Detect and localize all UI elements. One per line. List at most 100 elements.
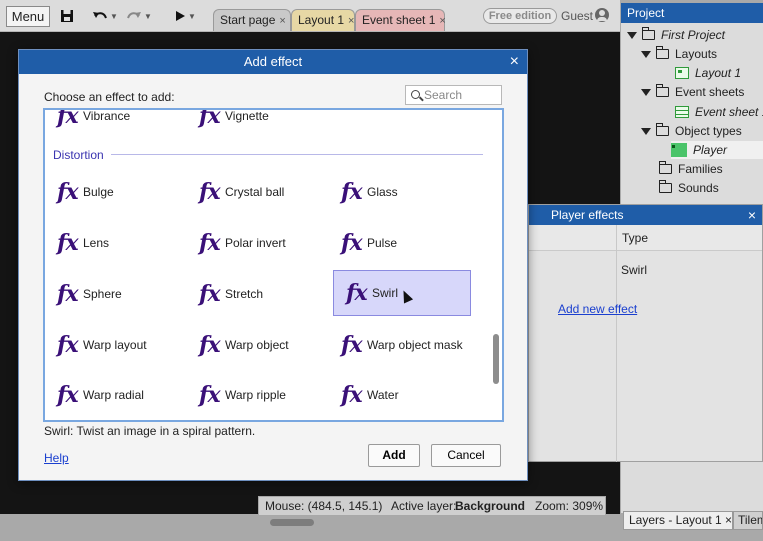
- close-icon[interactable]: ×: [348, 15, 354, 27]
- dialog-title: Add effect: [243, 54, 303, 69]
- effect-item-warp-ripple[interactable]: fx Warp ripple: [187, 372, 327, 418]
- effect-item-glass[interactable]: fx Glass: [329, 169, 469, 215]
- effect-label: Warp radial: [83, 388, 144, 402]
- tab-layers[interactable]: Layers - Layout 1 ×: [623, 511, 733, 530]
- tab-layout-1[interactable]: Layout 1 ×: [291, 9, 355, 31]
- fx-icon: fx: [57, 179, 79, 205]
- status-bar: Mouse: (484.5, 145.1) Active layer: Back…: [258, 496, 606, 516]
- fx-icon: fx: [57, 281, 79, 307]
- effect-item-vignette[interactable]: fx Vignette: [187, 108, 327, 139]
- effect-item-warp-object-mask[interactable]: fx Warp object mask: [329, 322, 489, 368]
- tree-item-layouts[interactable]: Layouts: [641, 45, 717, 63]
- collapse-triangle-icon[interactable]: [641, 88, 651, 96]
- effect-item-bulge[interactable]: fx Bulge: [45, 169, 185, 215]
- fx-icon: fx: [341, 382, 363, 408]
- fx-icon: fx: [199, 281, 221, 307]
- close-icon[interactable]: ×: [748, 205, 756, 225]
- effect-label: Polar invert: [225, 236, 286, 250]
- menu-button[interactable]: Menu: [6, 6, 50, 27]
- effect-item-sphere[interactable]: fx Sphere: [45, 271, 185, 317]
- effect-label: Pulse: [367, 236, 398, 250]
- fx-icon: fx: [57, 230, 79, 256]
- effect-label: Bulge: [83, 185, 114, 199]
- tree-item-label: Object types: [675, 124, 742, 138]
- effect-item-warp-object[interactable]: fx Warp object: [187, 322, 327, 368]
- redo-icon[interactable]: ▼: [126, 7, 152, 25]
- folder-icon: [656, 84, 669, 97]
- add-button[interactable]: Add: [368, 444, 420, 467]
- tab-event-sheet-1[interactable]: Event sheet 1 ×: [355, 9, 446, 31]
- effect-item-polar-invert[interactable]: fx Polar invert: [187, 220, 327, 266]
- effect-item-crystal-ball[interactable]: fx Crystal ball: [187, 169, 327, 215]
- effect-item-pulse[interactable]: fx Pulse: [329, 220, 469, 266]
- folder-icon: [659, 180, 672, 193]
- effect-label: Vignette: [225, 109, 269, 123]
- play-icon[interactable]: ▼: [174, 7, 196, 25]
- effect-description: Swirl: Twist an image in a spiral patter…: [44, 424, 256, 438]
- folder-icon: [656, 46, 669, 59]
- fx-icon: fx: [199, 382, 221, 408]
- tab-tilemap[interactable]: Tilem: [733, 511, 763, 530]
- collapse-triangle-icon[interactable]: [641, 50, 651, 58]
- tree-item-player[interactable]: Player: [671, 141, 763, 159]
- effect-item-water[interactable]: fx Water: [329, 372, 469, 418]
- user-label[interactable]: Guest: [561, 9, 593, 23]
- undo-dropdown-icon[interactable]: ▼: [110, 12, 118, 21]
- tab-label: Layout 1: [298, 13, 345, 27]
- effect-label: Lens: [83, 236, 110, 250]
- tree-item-object-types[interactable]: Object types: [641, 122, 742, 140]
- horizontal-scrollbar[interactable]: [270, 519, 314, 526]
- tab-start-page[interactable]: Start page ×: [213, 9, 291, 31]
- effect-item-vibrance[interactable]: fx Vibrance: [45, 108, 185, 139]
- effect-label: Warp object mask: [367, 338, 463, 352]
- tree-item-event-sheets[interactable]: Event sheets: [641, 83, 744, 101]
- tree-item-label: Layout 1: [695, 66, 742, 80]
- fx-icon: fx: [199, 108, 221, 129]
- tree-item-first-project[interactable]: First Project: [627, 26, 725, 44]
- fx-icon: fx: [341, 179, 363, 205]
- effect-label: Warp layout: [83, 338, 147, 352]
- mouse-position: Mouse: (484.5, 145.1): [265, 499, 383, 513]
- effect-item-lens[interactable]: fx Lens: [45, 220, 185, 266]
- effect-item-warp-layout[interactable]: fx Warp layout: [45, 322, 185, 368]
- collapse-triangle-icon[interactable]: [627, 31, 637, 39]
- user-avatar-icon[interactable]: [595, 8, 609, 22]
- tree-item-event-sheet-1[interactable]: Event sheet 1: [675, 103, 763, 121]
- add-new-effect-link[interactable]: Add new effect: [558, 302, 637, 316]
- add-effect-dialog: Add effect × Choose an effect to add: fx…: [18, 49, 528, 481]
- effect-item-warp-radial[interactable]: fx Warp radial: [45, 372, 185, 418]
- category-divider: [111, 154, 483, 155]
- effect-list-scrollbar[interactable]: [493, 334, 499, 384]
- fx-icon: fx: [57, 382, 79, 408]
- close-icon[interactable]: ×: [279, 15, 285, 27]
- tree-item-layout-1[interactable]: Layout 1: [675, 64, 741, 82]
- effect-label: Water: [367, 388, 399, 402]
- collapse-triangle-icon[interactable]: [641, 127, 651, 135]
- tree-item-label: Sounds: [678, 181, 719, 195]
- dialog-prompt: Choose an effect to add:: [44, 90, 175, 104]
- player-effects-panel: Player effects × Type Swirl Add new effe…: [528, 204, 763, 462]
- tree-item-label: First Project: [661, 28, 726, 42]
- save-icon[interactable]: [60, 7, 74, 25]
- fx-icon: fx: [57, 108, 79, 129]
- main-toolbar: Menu ▼ ▼ ▼ Start page × Layout 1 × Event s…: [0, 0, 620, 32]
- close-icon[interactable]: ×: [510, 50, 519, 74]
- tree-item-families[interactable]: Families: [659, 160, 723, 178]
- effect-list[interactable]: fx Vibrance fx Vignette Distortion fx Bu…: [43, 108, 504, 422]
- redo-dropdown-icon[interactable]: ▼: [144, 12, 152, 21]
- column-divider: [616, 225, 617, 462]
- effect-item-stretch[interactable]: fx Stretch: [187, 271, 327, 317]
- category-heading: Distortion: [53, 148, 104, 162]
- help-link[interactable]: Help: [44, 451, 69, 465]
- cancel-button[interactable]: Cancel: [431, 444, 501, 467]
- active-layer-label: Active layer:: [391, 499, 457, 513]
- effect-row-type[interactable]: Swirl: [621, 263, 647, 277]
- play-dropdown-icon[interactable]: ▼: [188, 12, 196, 21]
- edition-badge[interactable]: Free edition: [483, 8, 557, 24]
- close-icon[interactable]: ×: [439, 15, 445, 27]
- undo-icon[interactable]: ▼: [92, 7, 118, 25]
- tree-item-sounds[interactable]: Sounds: [659, 179, 719, 197]
- search-field[interactable]: [405, 85, 502, 105]
- search-input[interactable]: [424, 88, 498, 102]
- effect-label: Stretch: [225, 287, 264, 301]
